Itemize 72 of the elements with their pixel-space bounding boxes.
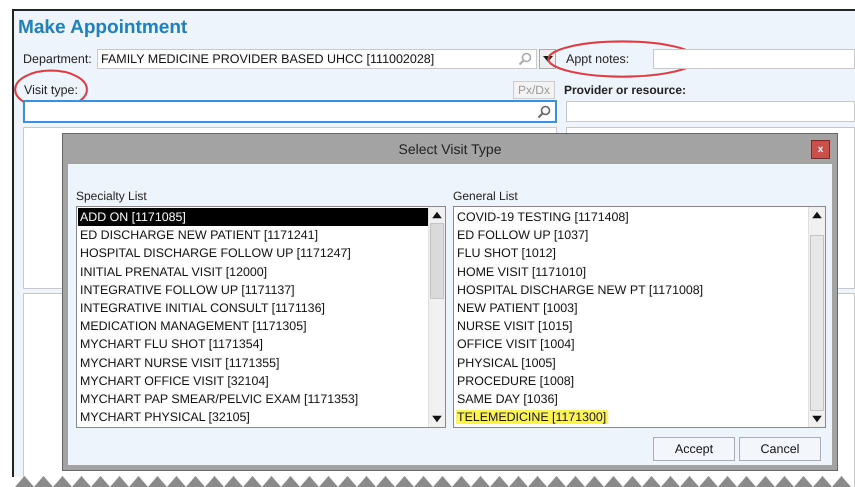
item-text: NEW PATIENT [1003] (456, 301, 579, 316)
listbox[interactable] (76, 206, 446, 428)
list-item[interactable]: PHYSICAL [1005] (455, 354, 808, 372)
item-text: INITIAL PRENATAL VISIT [12000] (79, 264, 268, 279)
close-button[interactable]: x (811, 140, 830, 159)
list-label: Specialty List (76, 189, 148, 205)
list-item[interactable]: COVID-19 TESTING [1171408] (455, 208, 808, 226)
scrollbar-thumb[interactable] (810, 235, 824, 411)
list-item[interactable]: ADD ON [1171085] (78, 208, 428, 226)
list-item[interactable]: MYCHART NURSE VISIT [1171355] (78, 354, 428, 372)
item-text: MEDICATION MANAGEMENT [1171305] (79, 319, 308, 334)
item-text: NURSE VISIT [1015] (456, 319, 574, 334)
item-text: MYCHART PHYSICAL [32105] (79, 410, 251, 424)
list-label: General List (453, 189, 519, 205)
list-item[interactable]: HOSPITAL DISCHARGE FOLLOW UP [1171247] (78, 244, 428, 263)
item-text: MYCHART OFFICE VISIT [32104] (79, 374, 270, 388)
item-text: COVID-19 TESTING [1171408] (456, 210, 630, 224)
list-item[interactable]: FLU SHOT [1012] (455, 244, 808, 263)
item-text: FLU SHOT [1012] (456, 246, 557, 260)
window-title: Make Appointment (17, 16, 188, 40)
item-text: SAME DAY [1036] (456, 392, 559, 406)
field-label: Visit type: (24, 83, 78, 97)
item-text: INTEGRATIVE INITIAL CONSULT [1171136] (79, 301, 326, 316)
caret-icon (542, 56, 552, 62)
item-text: TELEMEDICINE [1171300] (456, 410, 608, 424)
list-item[interactable]: HOME VISIT [1171010] (455, 262, 808, 281)
list-item[interactable]: INTEGRATIVE FOLLOW UP [1171137] (78, 280, 428, 299)
item-text: ED DISCHARGE NEW PATIENT [1171241] (79, 228, 320, 242)
list-item[interactable]: TELEMEDICINE [1171300] (455, 408, 808, 426)
list-item[interactable]: MYCHART PHYSICAL [32105] (78, 408, 428, 426)
list-item[interactable]: INITIAL PRENATAL VISIT [12000] (78, 262, 428, 281)
item-text: ED FOLLOW UP [1037] (456, 228, 590, 242)
scrollbar-thumb[interactable] (430, 223, 444, 299)
list-item[interactable]: HOSPITAL DISCHARGE NEW PT [1171008] (455, 280, 808, 299)
list-item[interactable]: MYCHART OFFICE VISIT [32104] (78, 372, 428, 390)
item-text: HOME VISIT [1171010] (456, 264, 588, 279)
list-item[interactable]: SAME DAY [1036] (455, 390, 808, 408)
item-text: PHYSICAL [1005] (456, 356, 557, 370)
field-value: FAMILY MEDICINE PROVIDER BASED UHCC [111002028] (101, 52, 434, 66)
field-label: Appt notes: (566, 52, 630, 66)
dialog-button[interactable]: Accept (653, 437, 735, 461)
scrollbar[interactable] (428, 207, 446, 427)
item-text: HOSPITAL DISCHARGE NEW PT [1171008] (456, 282, 704, 297)
dialog-button[interactable]: Cancel (739, 437, 821, 461)
list-item[interactable]: ED FOLLOW UP [1037] (455, 226, 808, 244)
list-item[interactable]: NEW PATIENT [1003] (455, 298, 808, 318)
field-label: Provider or resource: (564, 83, 686, 97)
list-item[interactable]: PROCEDURE [1008] (455, 372, 808, 390)
scrollbar[interactable] (808, 207, 825, 427)
item-text: MYCHART PAP SMEAR/PELVIC EXAM [1171353] (79, 392, 360, 406)
item-text: ADD ON [1171085] (79, 210, 187, 224)
field-label: Department: (23, 52, 93, 66)
visit-type-field[interactable] (23, 100, 557, 123)
notes-field[interactable] (653, 49, 855, 69)
item-text: HOSPITAL DISCHARGE FOLLOW UP [1171247] (79, 246, 352, 260)
list-item[interactable]: NURSE VISIT [1015] (455, 317, 808, 336)
list-item[interactable]: INTEGRATIVE INITIAL CONSULT [1171136] (78, 298, 428, 318)
list-item[interactable]: MYCHART PAP SMEAR/PELVIC EXAM [1171353] (78, 390, 428, 408)
department-field[interactable]: FAMILY MEDICINE PROVIDER BASED UHCC [111002028] (97, 49, 537, 69)
list-item[interactable]: OFFICE VISIT [1004] (455, 335, 808, 354)
list-item[interactable]: MYCHART FLU SHOT [1171354] (78, 335, 428, 354)
list-item[interactable]: MEDICATION MANAGEMENT [1171305] (78, 317, 428, 336)
listbox[interactable] (453, 206, 826, 428)
list-item[interactable]: ED DISCHARGE NEW PATIENT [1171241] (78, 226, 428, 244)
item-text: MYCHART FLU SHOT [1171354] (79, 337, 264, 352)
item-text: PROCEDURE [1008] (456, 374, 576, 388)
item-text: INTEGRATIVE FOLLOW UP [1171137] (79, 282, 296, 297)
provider-field[interactable] (566, 101, 855, 122)
item-text: OFFICE VISIT [1004] (456, 337, 576, 352)
item-text: MYCHART NURSE VISIT [1171355] (79, 356, 280, 370)
search-icon[interactable] (537, 105, 551, 119)
dialog-title: Select Visit Type (398, 141, 502, 157)
